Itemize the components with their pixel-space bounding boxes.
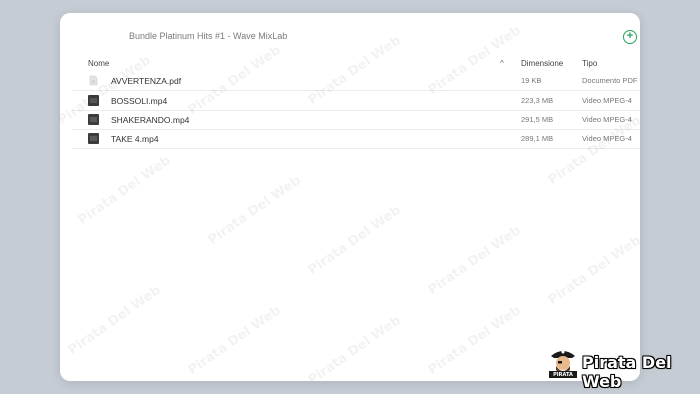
watermark: Pirata Del Web [425, 303, 524, 378]
watermark: Pirata Del Web [305, 203, 404, 278]
table-row[interactable]: AVVERTENZA.pdf 19 KB Documento PDF [72, 71, 640, 91]
sort-ascending-icon[interactable]: ^ [500, 59, 504, 68]
file-name: BOSSOLI.mp4 [111, 96, 168, 106]
table-row[interactable]: SHAKERANDO.mp4 291,5 MB Video MPEG-4 [72, 110, 640, 130]
add-icon[interactable]: + [623, 30, 637, 44]
table-row[interactable]: BOSSOLI.mp4 223,3 MB Video MPEG-4 [72, 91, 640, 111]
file-name: TAKE 4.mp4 [111, 134, 159, 144]
watermark: Pirata Del Web [185, 303, 284, 378]
file-type: Video MPEG-4 [582, 134, 632, 143]
file-size: 19 KB [521, 76, 542, 85]
watermark: Pirata Del Web [425, 223, 524, 298]
watermark: Pirata Del Web [75, 153, 174, 228]
watermark: Pirata Del Web [305, 313, 404, 381]
file-type: Video MPEG-4 [582, 115, 632, 124]
file-size: 291,5 MB [521, 115, 554, 124]
brand-logo: PIRATA Pirata Del Web [548, 344, 698, 391]
brand-emblem-label: PIRATA [553, 372, 573, 378]
watermark: Pirata Del Web [205, 173, 304, 248]
column-header-name[interactable]: Nome [88, 59, 109, 68]
window-title: Bundle Platinum Hits #1 - Wave MixLab [129, 31, 288, 41]
table-row[interactable]: TAKE 4.mp4 289,1 MB Video MPEG-4 [72, 129, 640, 149]
table-header: Nome ^ Dimensione Tipo [60, 55, 640, 71]
file-name: AVVERTENZA.pdf [111, 76, 182, 86]
video-file-icon [88, 114, 99, 125]
pdf-file-icon [88, 75, 99, 86]
file-name: SHAKERANDO.mp4 [111, 115, 190, 125]
file-size: 289,1 MB [521, 134, 554, 143]
file-size: 223,3 MB [521, 96, 554, 105]
video-file-icon [88, 95, 99, 106]
file-type: Video MPEG-4 [582, 96, 632, 105]
column-header-size[interactable]: Dimensione [521, 59, 563, 68]
file-type: Documento PDF [582, 76, 638, 85]
watermark: Pirata Del Web [545, 233, 640, 308]
video-file-icon [88, 133, 99, 144]
brand-name: Pirata Del Web [582, 353, 672, 391]
watermark: Pirata Del Web [65, 283, 164, 358]
file-browser-window: Bundle Platinum Hits #1 - Wave MixLab + … [60, 13, 640, 381]
column-header-type[interactable]: Tipo [582, 59, 597, 68]
pirate-emblem-icon: PIRATA [548, 346, 578, 378]
